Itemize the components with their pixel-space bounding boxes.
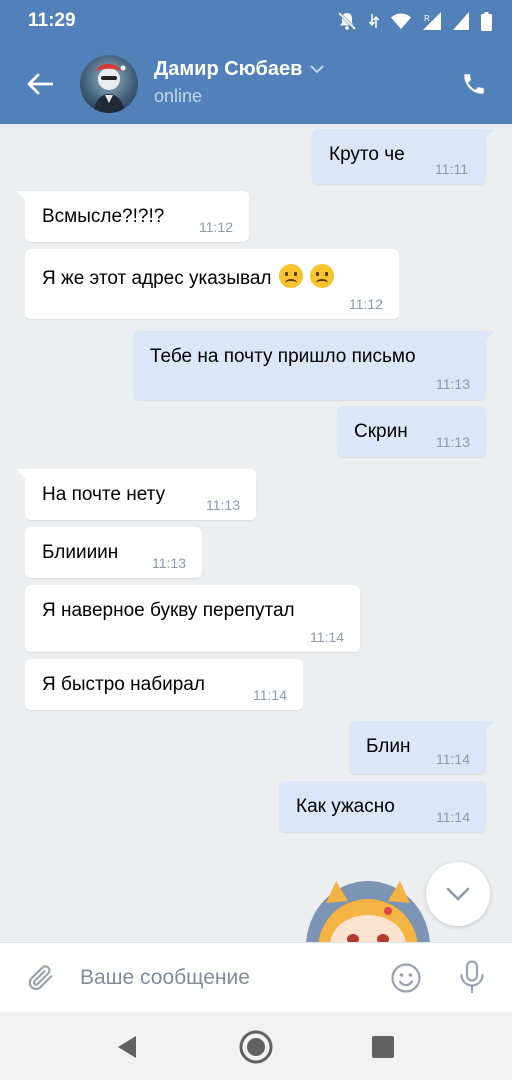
message-incoming[interactable]: Я же этот адрес указывал 11:12 [25, 249, 399, 319]
status-icons: R [337, 11, 492, 36]
wifi-icon [391, 13, 411, 34]
message-incoming[interactable]: Блиииин 11:13 [25, 527, 202, 578]
scroll-down-button[interactable] [426, 862, 490, 926]
bubble-tail [481, 721, 495, 735]
message-time: 11:14 [253, 687, 287, 703]
message-incoming[interactable]: На почте нету 11:13 [16, 469, 256, 520]
nav-recents-button[interactable] [370, 1034, 396, 1060]
phone-icon [464, 74, 484, 94]
data-arrows-icon [368, 13, 380, 34]
nav-back-icon [118, 1036, 136, 1058]
message-time: 11:14 [436, 809, 470, 825]
signal-icon [453, 12, 469, 35]
message-incoming[interactable]: Я быстро набирал 11:14 [25, 659, 303, 710]
bell-off-icon [337, 11, 357, 36]
android-nav-bar [0, 1012, 512, 1080]
message-outgoing[interactable]: Блин 11:14 [349, 721, 495, 774]
nav-recents-icon [372, 1036, 394, 1058]
message-text: На почте нету [42, 484, 166, 505]
message-list[interactable]: Круто че 11:11 Всмысле?!?!? 11:12 Я же э… [0, 124, 512, 942]
microphone-icon [460, 960, 484, 994]
message-text: Я же этот адрес указывал [42, 264, 335, 290]
emoji-button[interactable] [388, 960, 424, 996]
app-header: 11:29 R Дамир Сюбаев online [0, 0, 512, 124]
message-time: 11:12 [349, 296, 383, 312]
frowning-face-emoji [278, 264, 303, 288]
contact-status: online [154, 86, 203, 106]
signal-roaming-icon: R [423, 12, 441, 35]
call-button[interactable] [456, 66, 492, 102]
message-text: Блиииин [42, 542, 119, 563]
contact-name-text: Дамир Сюбаев [154, 58, 303, 80]
message-outgoing[interactable]: Как ужасно 11:14 [279, 781, 486, 832]
bubble-tail [481, 129, 495, 143]
message-time: 11:13 [436, 434, 470, 450]
svg-text:R: R [424, 14, 430, 23]
paperclip-icon [28, 965, 53, 991]
microphone-button[interactable] [454, 958, 490, 996]
smiley-icon [391, 963, 421, 993]
message-composer [0, 942, 512, 1012]
message-incoming[interactable]: Всмысле?!?!? 11:12 [16, 191, 249, 242]
message-text: Тебе на почту пришло письмо [150, 346, 416, 367]
message-text: Всмысле?!?!? [42, 206, 165, 227]
message-text: Скрин [354, 421, 408, 442]
app-bar: Дамир Сюбаев online [0, 44, 512, 124]
message-incoming[interactable]: Я наверное букву перепутал 11:14 [25, 585, 360, 652]
message-input[interactable] [80, 957, 370, 999]
message-time: 11:12 [199, 219, 233, 235]
status-time: 11:29 [28, 10, 76, 31]
attach-button[interactable] [22, 959, 58, 995]
bubble-tail [16, 469, 30, 483]
frowning-face-emoji [310, 264, 335, 288]
chevron-down-icon [446, 887, 470, 901]
message-time: 11:14 [310, 629, 344, 645]
message-text: Как ужасно [296, 796, 395, 817]
message-text: Я быстро набирал [42, 674, 205, 695]
message-time: 11:11 [435, 161, 468, 177]
message-text: Блин [366, 736, 411, 757]
bubble-tail [481, 331, 495, 345]
nav-home-icon [239, 1030, 273, 1064]
nav-back-button[interactable] [114, 1034, 140, 1060]
message-time: 11:13 [206, 497, 240, 513]
message-text: Круто че [329, 144, 405, 165]
message-time: 11:13 [436, 376, 470, 392]
contact-name[interactable]: Дамир Сюбаев [154, 58, 325, 81]
message-text-content: Я же этот адрес указывал [42, 268, 272, 289]
avatar[interactable] [80, 55, 138, 113]
message-outgoing[interactable]: Тебе на почту пришло письмо 11:13 [133, 331, 495, 400]
battery-icon [481, 11, 492, 36]
message-text: Я наверное букву перепутал [42, 600, 295, 621]
chevron-down-icon [310, 65, 325, 74]
nav-home-button[interactable] [238, 1029, 274, 1065]
sticker-image[interactable] [306, 875, 430, 945]
message-time: 11:14 [436, 751, 470, 767]
bubble-tail [16, 191, 30, 205]
back-arrow-icon [27, 73, 53, 95]
message-outgoing[interactable]: Круто че 11:11 [312, 129, 495, 184]
back-button[interactable] [22, 66, 58, 102]
message-time: 11:13 [152, 555, 186, 571]
status-bar: 11:29 R [0, 0, 512, 44]
message-outgoing[interactable]: Скрин 11:13 [337, 406, 486, 457]
